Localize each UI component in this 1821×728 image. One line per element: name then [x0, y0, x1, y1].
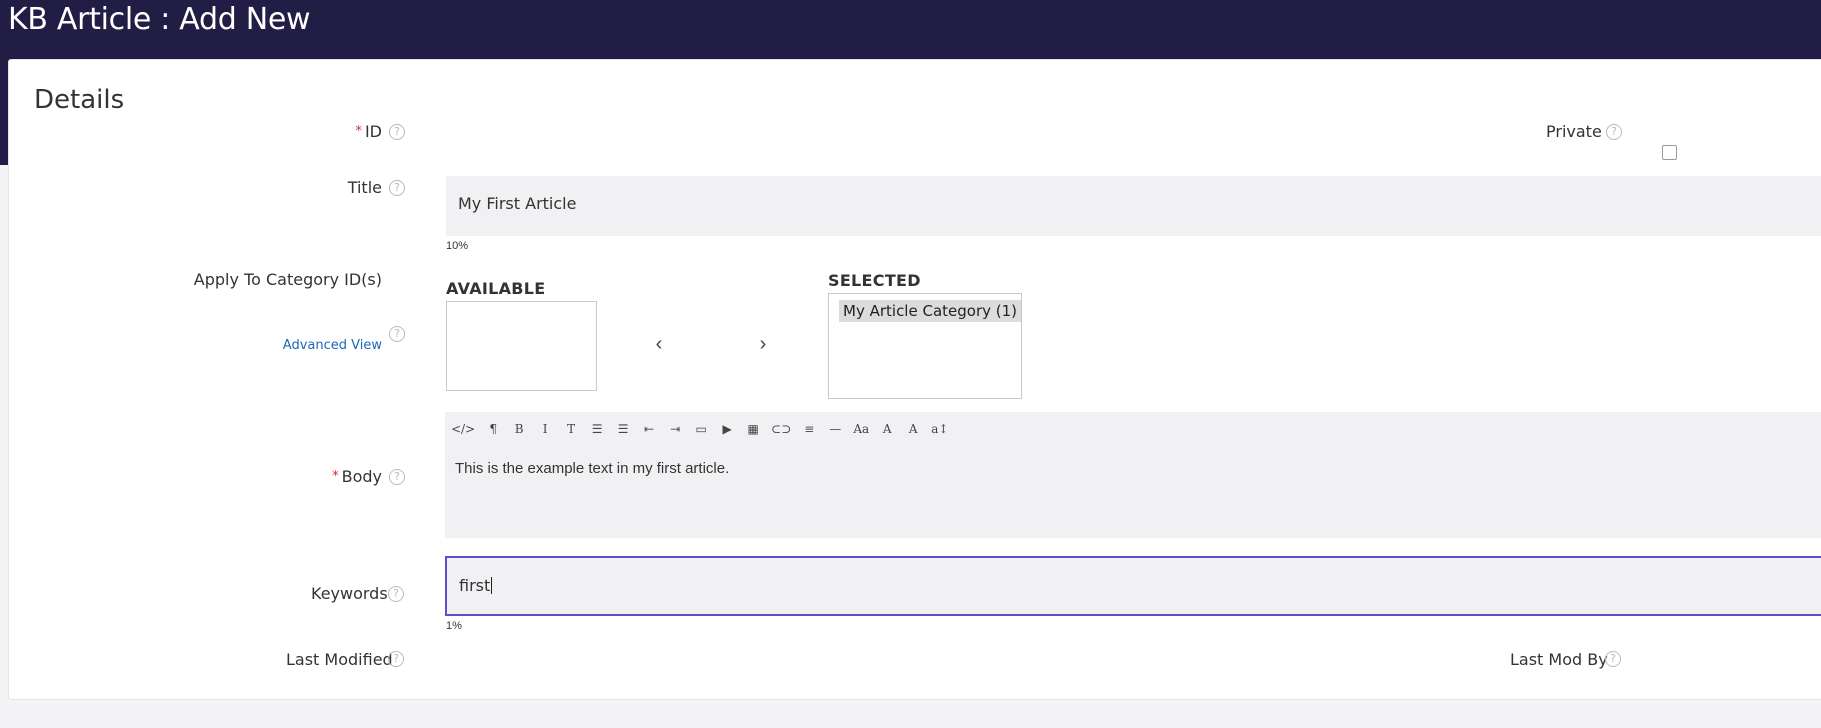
editor-toolbar: </> ¶ B I T ☰ ☰ ⇤ ⇥ ▭ ▶ ▦ ⊂⊃ ≡ — Aa A Aa↕	[451, 418, 958, 440]
categories-label: Apply To Category ID(s)	[193, 270, 382, 289]
help-icon[interactable]: ?	[389, 469, 405, 485]
id-label: * ID	[355, 122, 382, 141]
title-input[interactable]: My First Article	[446, 176, 1821, 236]
outdent-icon[interactable]: ⇤	[641, 422, 657, 436]
horizontal-rule-icon[interactable]: —	[827, 422, 843, 436]
help-icon[interactable]: ?	[389, 326, 405, 342]
available-heading: AVAILABLE	[446, 279, 546, 298]
move-right-button[interactable]: ›	[753, 334, 773, 354]
font-family-icon[interactable]: Aa	[853, 422, 869, 436]
body-label-text: Body	[341, 467, 382, 486]
selected-heading: SELECTED	[828, 271, 921, 290]
help-icon[interactable]: ?	[388, 586, 404, 602]
selected-listbox[interactable]: My Article Category (1)	[828, 293, 1022, 399]
title-label: Title	[347, 178, 382, 197]
id-label-text: ID	[364, 122, 382, 141]
last-modified-label: Last Modified	[286, 650, 393, 669]
link-icon[interactable]: ⊂⊃	[771, 422, 791, 436]
body-label: * Body	[332, 467, 382, 486]
code-view-icon[interactable]: </>	[451, 422, 475, 436]
text-cursor	[491, 577, 493, 594]
selected-category-item[interactable]: My Article Category (1)	[839, 300, 1022, 322]
help-icon[interactable]: ?	[389, 124, 405, 140]
line-height-icon[interactable]: a↕	[931, 422, 948, 436]
help-icon[interactable]: ?	[1605, 651, 1621, 667]
help-icon[interactable]: ?	[1606, 124, 1622, 140]
move-left-button[interactable]: ‹	[649, 334, 669, 354]
bold-icon[interactable]: B	[511, 422, 527, 436]
background-color-icon[interactable]: A	[905, 422, 921, 436]
image-icon[interactable]: ▭	[693, 422, 709, 436]
page-title: KB Article : Add New	[8, 2, 311, 37]
body-text[interactable]: This is the example text in my first art…	[455, 460, 729, 477]
required-marker: *	[332, 469, 339, 484]
italic-icon[interactable]: I	[537, 422, 553, 436]
private-checkbox[interactable]	[1662, 145, 1677, 160]
numbered-list-icon[interactable]: ☰	[615, 422, 631, 436]
bullet-list-icon[interactable]: ☰	[589, 422, 605, 436]
keywords-char-percent: 1%	[446, 620, 462, 632]
required-marker: *	[355, 124, 362, 139]
paragraph-icon[interactable]: ¶	[485, 422, 501, 436]
keywords-value: first	[459, 576, 491, 595]
body-editor[interactable]: </> ¶ B I T ☰ ☰ ⇤ ⇥ ▭ ▶ ▦ ⊂⊃ ≡ — Aa A Aa↕ This is the exa…	[445, 412, 1821, 538]
strikethrough-icon[interactable]: T	[563, 422, 579, 436]
advanced-view-link[interactable]: Advanced View	[283, 338, 382, 353]
section-title: Details	[34, 85, 125, 115]
help-icon[interactable]: ?	[389, 180, 405, 196]
video-icon[interactable]: ▶	[719, 422, 735, 436]
table-icon[interactable]: ▦	[745, 422, 761, 436]
font-color-icon[interactable]: A	[879, 422, 895, 436]
keywords-input[interactable]: first	[445, 556, 1821, 616]
align-icon[interactable]: ≡	[801, 422, 817, 436]
keywords-label: Keywords	[311, 584, 388, 603]
help-icon[interactable]: ?	[388, 651, 404, 667]
indent-icon[interactable]: ⇥	[667, 422, 683, 436]
available-listbox[interactable]	[446, 301, 597, 391]
private-label: Private	[1546, 122, 1602, 141]
title-char-percent: 10%	[446, 240, 469, 252]
last-mod-by-label: Last Mod By	[1510, 650, 1608, 669]
